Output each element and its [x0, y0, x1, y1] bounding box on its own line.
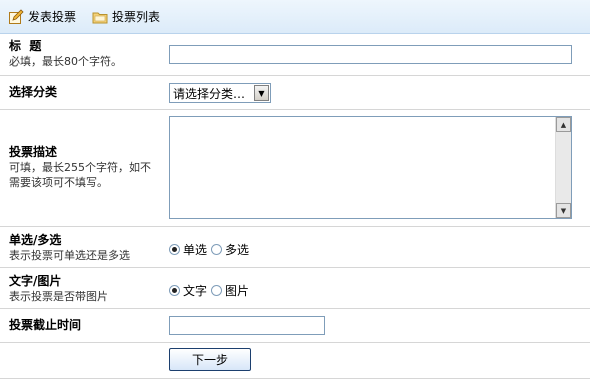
radio-checked-icon[interactable] [169, 244, 180, 255]
mode-label: 单选/多选 [9, 233, 62, 247]
type-radio-text[interactable]: 文字 [169, 282, 207, 299]
category-select[interactable]: 请选择分类… ▼ [169, 83, 271, 103]
vote-list-button[interactable]: 投票列表 [92, 8, 160, 25]
category-label: 选择分类 [9, 85, 58, 99]
radio-checked-icon[interactable] [169, 285, 180, 296]
vote-form: 标 题 必填，最长80个字符。 选择分类 请选择分类… ▼ 投票描述 可填，最长… [0, 34, 590, 379]
scroll-up-icon[interactable]: ▲ [556, 117, 571, 132]
chevron-down-icon[interactable]: ▼ [254, 85, 269, 101]
edit-icon [8, 8, 24, 25]
type-row: 文字/图片 表示投票是否带图片 文字 图片 [0, 268, 590, 309]
mode-option-single-label: 单选 [183, 243, 208, 257]
title-row: 标 题 必填，最长80个字符。 [0, 34, 590, 76]
description-scrollbar[interactable]: ▲ ▼ [555, 117, 571, 218]
radio-unchecked-icon[interactable] [211, 244, 223, 255]
type-radio-image[interactable]: 图片 [211, 282, 249, 299]
type-option-image-label: 图片 [225, 284, 250, 298]
category-row: 选择分类 请选择分类… ▼ [0, 76, 590, 110]
radio-unchecked-icon[interactable] [211, 285, 223, 296]
toolbar: 发表投票 投票列表 [0, 0, 590, 34]
deadline-input[interactable] [169, 316, 325, 335]
publish-vote-button[interactable]: 发表投票 [8, 8, 76, 25]
description-textarea[interactable]: ▲ ▼ [169, 116, 572, 219]
scroll-down-icon[interactable]: ▼ [556, 203, 571, 218]
mode-option-multiple-label: 多选 [225, 243, 250, 257]
description-row: 投票描述 可填，最长255个字符，如不需要该项可不填写。 ▲ ▼ [0, 110, 590, 227]
mode-radio-multiple[interactable]: 多选 [211, 241, 249, 258]
submit-row: 下一步 [0, 343, 590, 379]
deadline-row: 投票截止时间 [0, 309, 590, 343]
publish-vote-label: 发表投票 [28, 10, 77, 24]
deadline-label: 投票截止时间 [9, 318, 82, 332]
title-input[interactable] [169, 45, 572, 64]
mode-hint: 表示投票可单选还是多选 [9, 249, 130, 262]
mode-radio-single[interactable]: 单选 [169, 241, 207, 258]
title-hint: 必填，最长80个字符。 [9, 55, 122, 68]
next-step-button[interactable]: 下一步 [169, 348, 251, 371]
mode-row: 单选/多选 表示投票可单选还是多选 单选 多选 [0, 227, 590, 268]
type-hint: 表示投票是否带图片 [9, 290, 108, 303]
title-label: 标 题 [9, 39, 42, 53]
type-option-text-label: 文字 [183, 284, 208, 298]
folder-icon [92, 9, 108, 25]
description-hint: 可填，最长255个字符，如不需要该项可不填写。 [9, 161, 151, 189]
category-select-value: 请选择分类… [173, 86, 246, 101]
description-label: 投票描述 [9, 145, 58, 159]
vote-list-label: 投票列表 [112, 10, 161, 24]
type-label: 文字/图片 [9, 274, 62, 288]
